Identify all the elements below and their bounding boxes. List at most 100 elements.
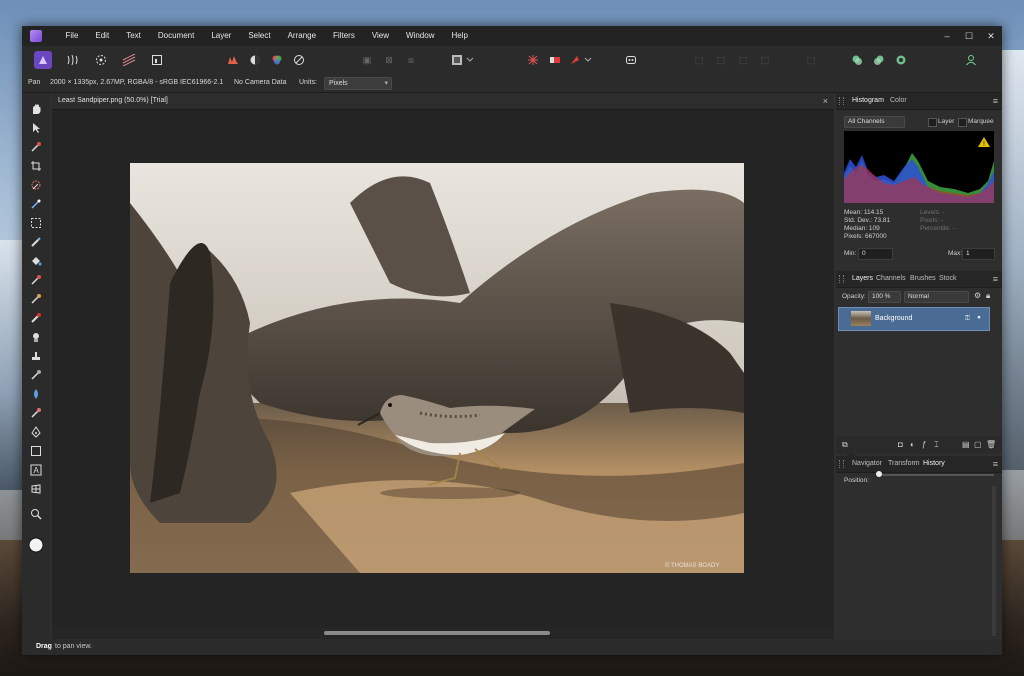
group-icon[interactable]: ▤ xyxy=(962,440,970,449)
layer-options-icon[interactable]: ⧉ xyxy=(842,440,848,450)
auto-wb-icon[interactable] xyxy=(290,51,308,69)
selection-mode-icon[interactable] xyxy=(450,51,476,69)
crop-tool-icon[interactable] xyxy=(28,158,44,174)
mask-icon[interactable]: ▣ xyxy=(358,51,376,69)
close-button[interactable]: ✕ xyxy=(980,26,1002,46)
inpaint-tool-icon[interactable] xyxy=(28,386,44,402)
tab-brushes[interactable]: Brushes xyxy=(910,271,936,287)
boolean-add-icon[interactable]: ⬚ xyxy=(690,51,708,69)
pixel-brush-icon[interactable] xyxy=(28,291,44,307)
tab-color[interactable]: Color xyxy=(890,93,907,109)
arrange-back-icon[interactable] xyxy=(870,51,888,69)
flood-fill-icon[interactable] xyxy=(28,253,44,269)
document-tab[interactable]: Least Sandpiper.png (50.0%) [Trial] × xyxy=(52,93,834,110)
order-icon[interactable]: ⊠ xyxy=(380,51,398,69)
channel-dropdown[interactable]: All Channels xyxy=(844,116,905,128)
snapping-options-icon[interactable] xyxy=(568,51,594,69)
brush-tool-icon[interactable] xyxy=(28,272,44,288)
menu-item-document[interactable]: Document xyxy=(149,26,202,46)
menu-item-text[interactable]: Text xyxy=(118,26,150,46)
user-icon[interactable] xyxy=(962,51,980,69)
adjustment-icon[interactable]: ◐ xyxy=(910,440,915,449)
fx-icon[interactable]: ƒ xyxy=(922,440,926,449)
marquee-checkbox[interactable] xyxy=(958,118,967,127)
layer-visibility-icon[interactable]: ● xyxy=(977,314,981,321)
selection-brush-icon[interactable] xyxy=(28,177,44,193)
tab-stock[interactable]: Stock xyxy=(939,271,957,287)
menu-item-file[interactable]: File xyxy=(57,26,87,46)
layer-checkbox[interactable] xyxy=(928,118,937,127)
blur-tool-icon[interactable] xyxy=(28,367,44,383)
menu-item-window[interactable]: Window xyxy=(398,26,443,46)
persona-liquify-icon[interactable] xyxy=(64,51,82,69)
history-scrollbar[interactable] xyxy=(992,486,996,636)
snapping-color-icon[interactable] xyxy=(546,51,564,69)
blend-mode-dropdown[interactable]: Normal xyxy=(904,291,969,303)
tab-histogram[interactable]: Histogram xyxy=(852,93,884,109)
persona-tonemap-icon[interactable] xyxy=(120,51,138,69)
tab-channels[interactable]: Channels xyxy=(876,271,906,287)
panel-menu-icon[interactable]: ≡ xyxy=(993,271,998,287)
persona-develop-icon[interactable] xyxy=(92,51,110,69)
panel-menu-icon[interactable]: ≡ xyxy=(993,456,998,472)
horizontal-scrollbar[interactable] xyxy=(52,628,834,638)
delete-layer-icon[interactable]: 🗑︎ xyxy=(986,440,996,449)
panel-grip[interactable] xyxy=(839,97,844,105)
live-filter-icon[interactable]: ⌶ xyxy=(934,440,939,450)
panel-grip[interactable] xyxy=(839,460,844,468)
menu-item-edit[interactable]: Edit xyxy=(87,26,118,46)
insert-target-icon[interactable]: ⬚ xyxy=(802,51,820,69)
opacity-dropdown[interactable]: 100 % xyxy=(868,291,901,303)
pen-tool-icon[interactable] xyxy=(28,424,44,440)
menu-item-layer[interactable]: Layer xyxy=(203,26,240,46)
snapping-icon[interactable] xyxy=(524,51,542,69)
healing-brush-icon[interactable] xyxy=(28,310,44,326)
mesh-warp-icon[interactable] xyxy=(28,481,44,497)
auto-colors-icon[interactable] xyxy=(268,51,286,69)
paint-brush-icon[interactable] xyxy=(28,234,44,250)
persona-photo-icon[interactable] xyxy=(34,51,52,69)
auto-contrast-icon[interactable] xyxy=(246,51,264,69)
zoom-tool-icon[interactable] xyxy=(28,506,44,522)
tab-transform[interactable]: Transform xyxy=(888,456,920,472)
move-tool-icon[interactable] xyxy=(28,120,44,136)
menu-item-filters[interactable]: Filters xyxy=(325,26,364,46)
marquee-tool-icon[interactable] xyxy=(28,215,44,231)
history-slider-track[interactable] xyxy=(878,474,994,476)
clone-tool-icon[interactable] xyxy=(28,329,44,345)
panel-grip[interactable] xyxy=(839,275,844,283)
boolean-subtract-icon[interactable]: ⬚ xyxy=(712,51,730,69)
panel-menu-icon[interactable]: ≡ xyxy=(993,93,998,109)
color-swatch-icon[interactable] xyxy=(28,537,44,553)
smudge-tool-icon[interactable] xyxy=(28,405,44,421)
boolean-intersect-icon[interactable]: ⬚ xyxy=(734,51,752,69)
history-slider-knob[interactable] xyxy=(876,471,882,477)
layer-row-background[interactable]: Background ⚿ ● xyxy=(838,307,990,331)
mask-layer-icon[interactable]: ◘ xyxy=(898,440,903,449)
min-input[interactable]: 0 xyxy=(858,248,893,260)
photo-canvas[interactable]: © THOMAS BOADY xyxy=(130,163,744,573)
arrange-front-icon[interactable] xyxy=(848,51,866,69)
shape-tool-icon[interactable] xyxy=(28,443,44,459)
maximize-button[interactable]: ☐ xyxy=(958,26,980,46)
menu-item-select[interactable]: Select xyxy=(240,26,279,46)
text-tool-icon[interactable]: A xyxy=(28,462,44,478)
menu-item-help[interactable]: Help xyxy=(443,26,476,46)
view-tool-icon[interactable] xyxy=(28,101,44,117)
max-input[interactable]: 1 xyxy=(962,248,995,260)
layer-settings-icon[interactable]: ⚙ xyxy=(974,291,981,300)
persona-export-icon[interactable] xyxy=(148,51,166,69)
dodge-tool-icon[interactable] xyxy=(28,348,44,364)
layer-lock-icon[interactable]: ⚿ xyxy=(965,315,970,323)
menu-item-arrange[interactable]: Arrange xyxy=(279,26,324,46)
add-layer-icon[interactable]: ▢ xyxy=(974,440,982,449)
assistant-icon[interactable] xyxy=(622,51,640,69)
tab-navigator[interactable]: Navigator xyxy=(852,456,882,472)
color-picker-icon[interactable] xyxy=(28,139,44,155)
lock-icon[interactable]: 🔒︎ xyxy=(986,291,990,301)
minimize-button[interactable]: – xyxy=(936,26,958,46)
tab-layers[interactable]: Layers xyxy=(852,271,873,287)
arrange-forward-icon[interactable] xyxy=(892,51,910,69)
align-icon[interactable]: ⧈ xyxy=(402,51,420,69)
menu-item-view[interactable]: View xyxy=(363,26,397,46)
